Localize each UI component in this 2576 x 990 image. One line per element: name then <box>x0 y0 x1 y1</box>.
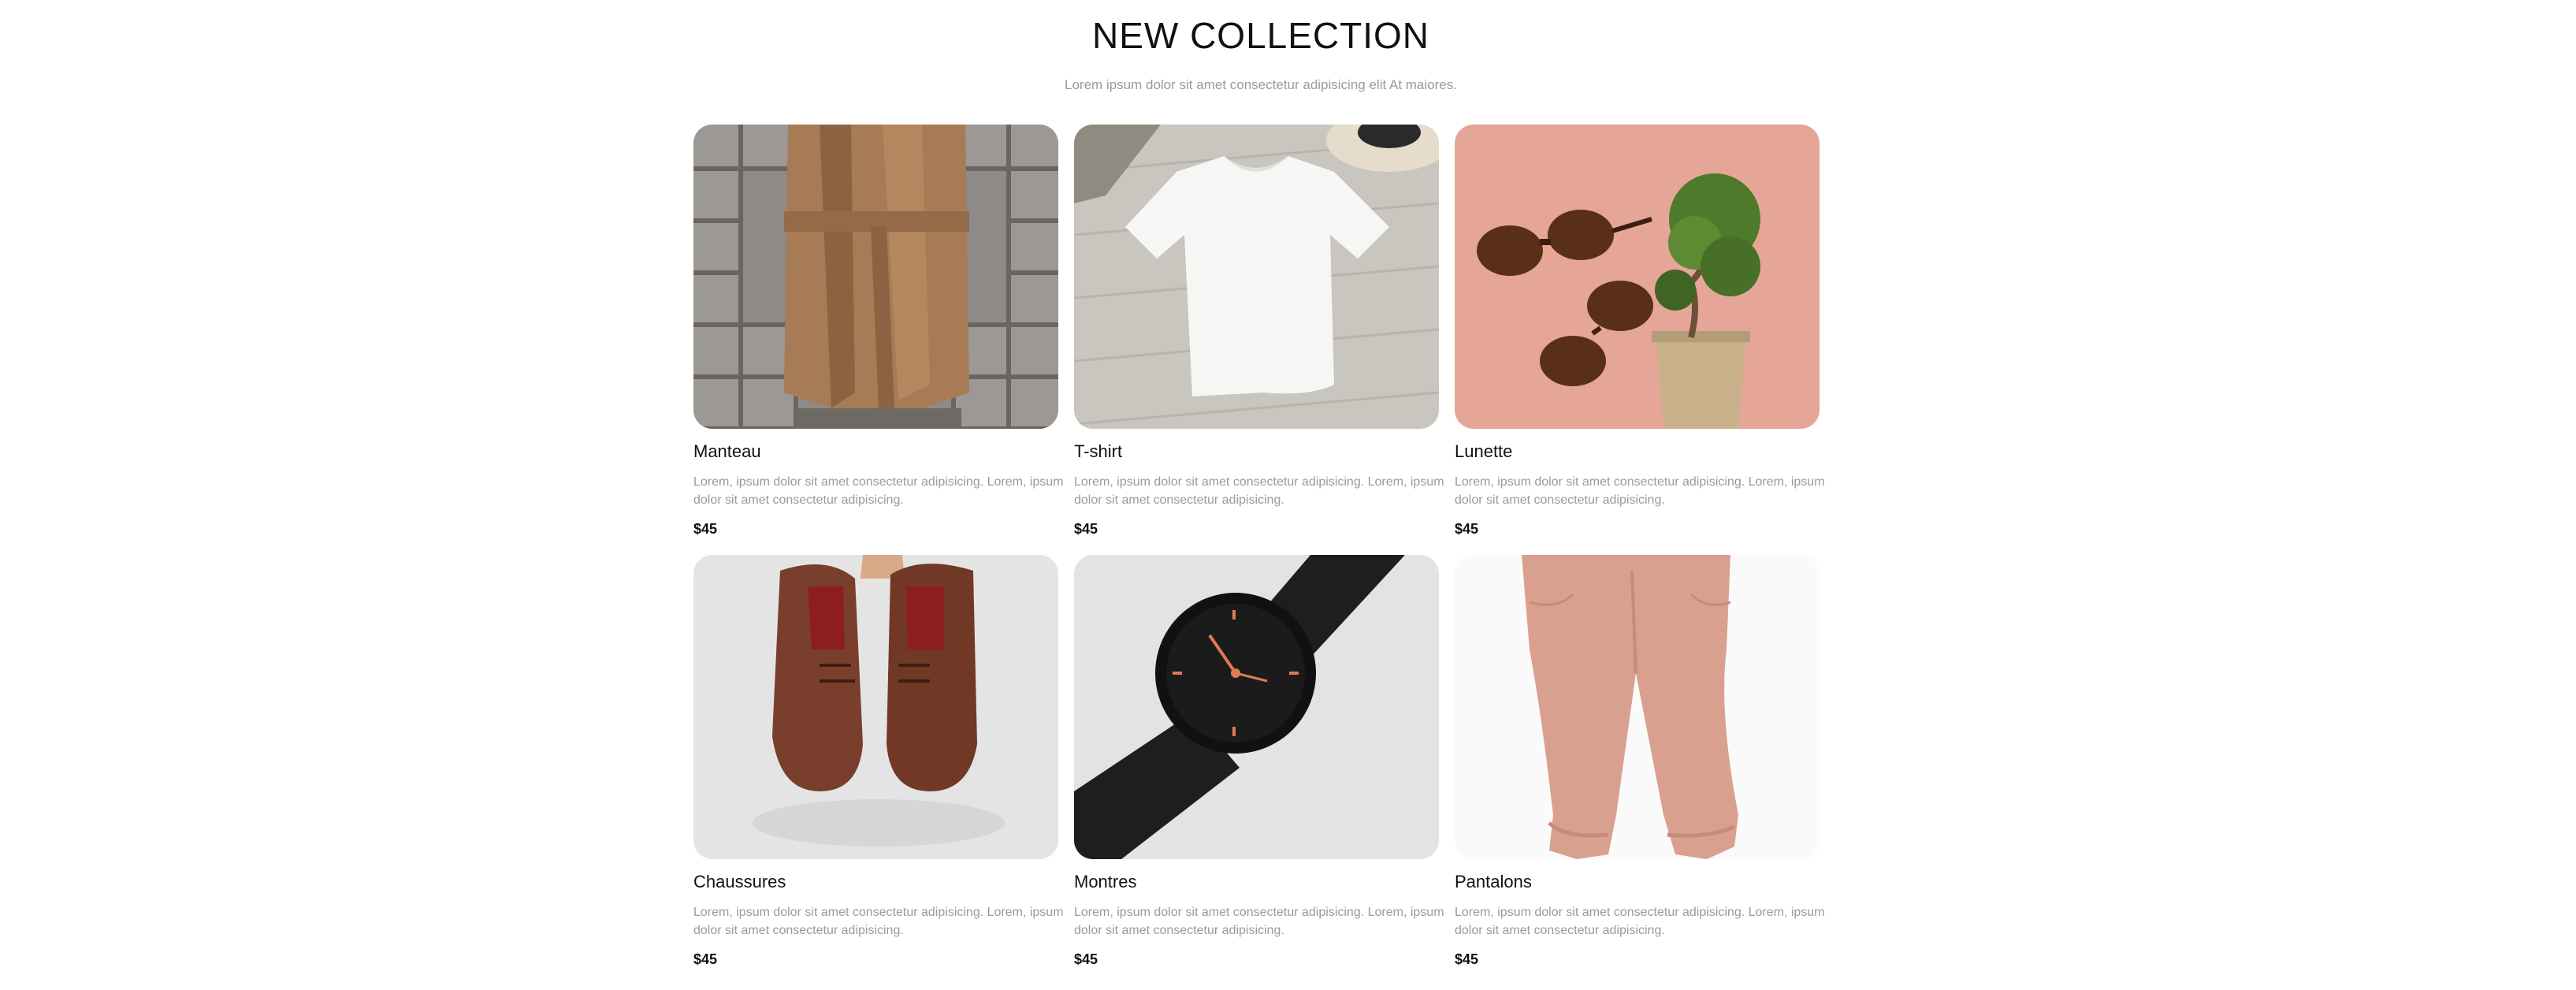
coat-image[interactable] <box>693 125 1058 429</box>
product-card-chaussures[interactable]: Chaussures Lorem, ipsum dolor sit amet c… <box>693 555 1064 971</box>
product-description: Lorem, ipsum dolor sit amet consectetur … <box>1455 475 1825 507</box>
product-description: Lorem, ipsum dolor sit amet consectetur … <box>1074 475 1444 507</box>
product-description: Lorem, ipsum dolor sit amet consectetur … <box>693 475 1064 507</box>
sunglasses-image[interactable] <box>1455 125 1820 429</box>
watch-image[interactable] <box>1074 555 1439 859</box>
product-description: Lorem, ipsum dolor sit amet consectetur … <box>1074 906 1444 937</box>
product-description: Lorem, ipsum dolor sit amet consectetur … <box>1455 906 1825 937</box>
product-name: Montres <box>1074 872 1137 891</box>
section-subtitle: Lorem ipsum dolor sit amet consectetur a… <box>1065 77 1457 92</box>
product-name: Lunette <box>1455 441 1513 461</box>
product-grid: Manteau Lorem, ipsum dolor sit amet cons… <box>693 125 1825 971</box>
product-price: $45 <box>1074 521 1098 537</box>
product-price: $45 <box>693 951 718 967</box>
product-price: $45 <box>1074 951 1098 967</box>
section-title: NEW COLLECTION <box>1091 15 1430 56</box>
product-price: $45 <box>1455 951 1479 967</box>
product-price: $45 <box>1455 521 1479 537</box>
product-price: $45 <box>693 521 718 537</box>
product-card-tshirt[interactable]: T-shirt Lorem, ipsum dolor sit amet cons… <box>1074 125 1444 541</box>
product-name: T-shirt <box>1074 441 1123 461</box>
product-name: Pantalons <box>1455 872 1532 891</box>
tshirt-image[interactable] <box>1074 125 1439 429</box>
product-card-lunette[interactable]: Lunette Lorem, ipsum dolor sit amet cons… <box>1455 125 1825 541</box>
product-card-montres[interactable]: Montres Lorem, ipsum dolor sit amet cons… <box>1074 555 1444 971</box>
product-card-pantalons[interactable]: Pantalons Lorem, ipsum dolor sit amet co… <box>1455 555 1825 971</box>
pants-image[interactable] <box>1455 555 1820 859</box>
shoes-image[interactable] <box>693 555 1058 859</box>
product-description: Lorem, ipsum dolor sit amet consectetur … <box>693 906 1064 937</box>
product-name: Chaussures <box>693 872 786 891</box>
product-card-manteau[interactable]: Manteau Lorem, ipsum dolor sit amet cons… <box>693 125 1064 541</box>
product-name: Manteau <box>693 441 761 461</box>
